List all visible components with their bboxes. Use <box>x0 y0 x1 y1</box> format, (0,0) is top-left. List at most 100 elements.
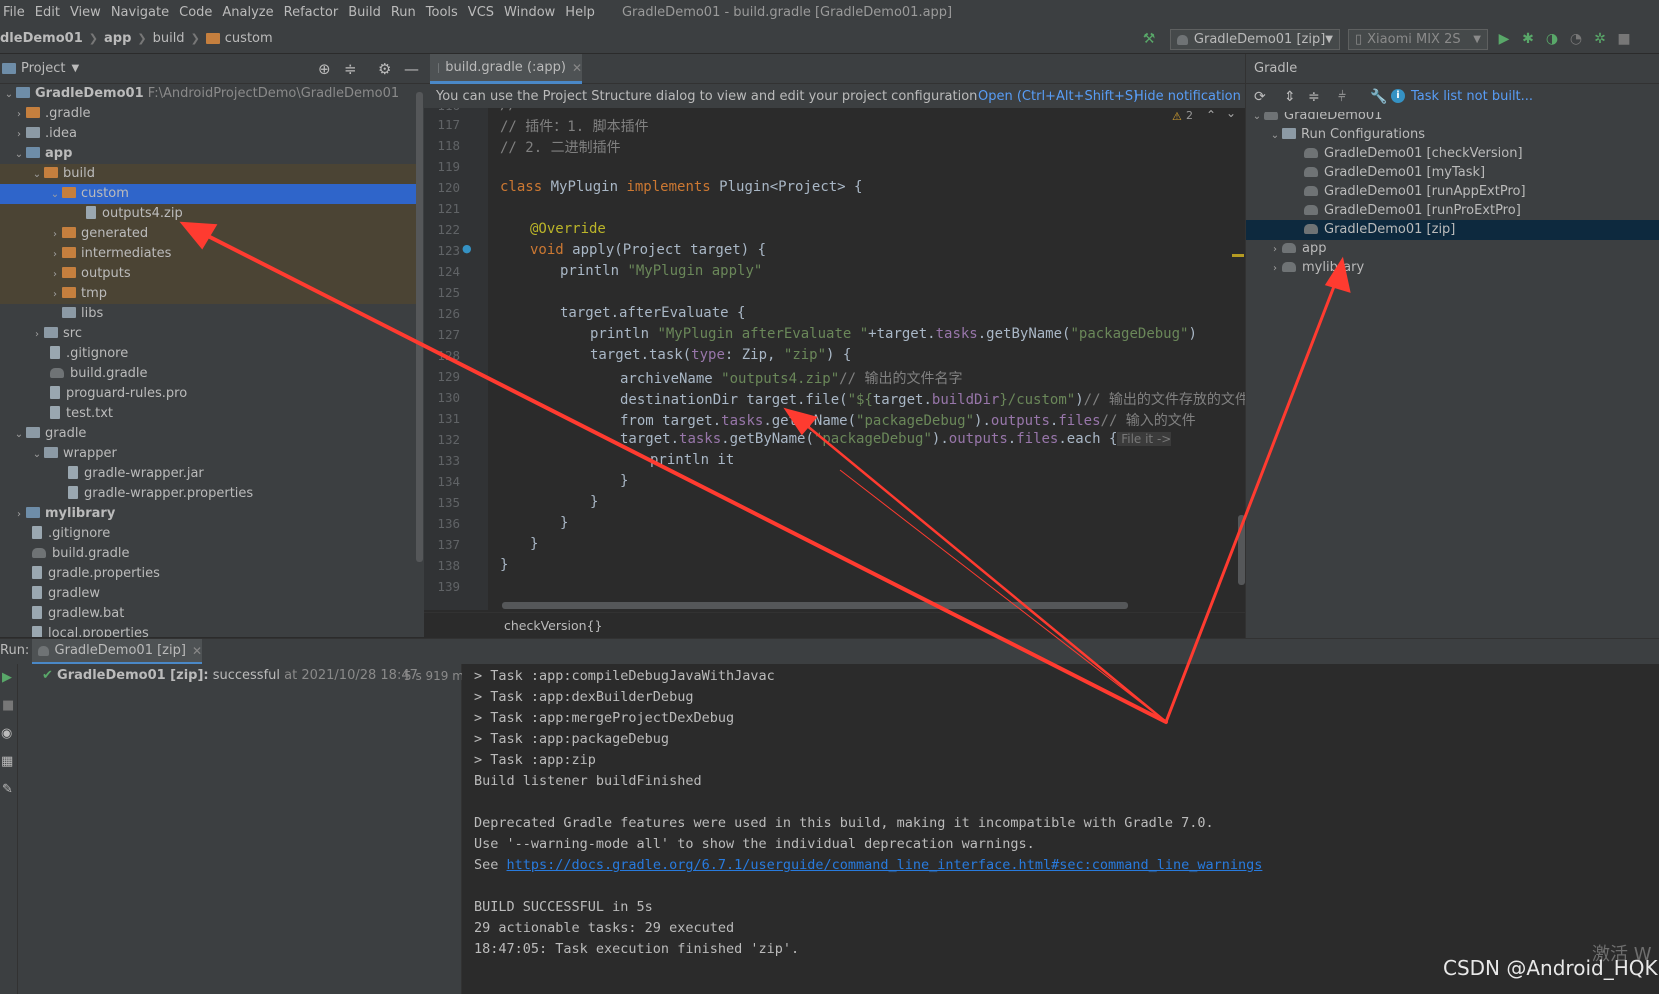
tree-item-custom[interactable]: ⌄ custom <box>0 184 416 204</box>
tree-item-build[interactable]: ⌄ build <box>0 164 416 184</box>
run-icon[interactable]: ▶ <box>1495 30 1513 48</box>
override-marker-icon[interactable]: ● <box>462 242 472 255</box>
tree-item-app-gitignore[interactable]: .gitignore <box>0 344 416 364</box>
warning-count[interactable]: 2 <box>1186 109 1193 122</box>
project-view-selector[interactable]: Project <box>21 61 65 76</box>
build-status-row[interactable]: ✔ GradleDemo01 [zip]: successful at 2021… <box>42 668 418 683</box>
tree-item-tmp[interactable]: › tmp <box>0 284 416 304</box>
profile-icon[interactable]: ◔ <box>1567 30 1585 48</box>
tree-item-root-gitignore[interactable]: .gitignore <box>0 524 416 544</box>
layout-icon[interactable]: ▦ <box>1 754 13 769</box>
tree-item-libs[interactable]: libs <box>0 304 416 324</box>
tab-build-gradle-app[interactable]: build.gradle (:app) ✕ <box>430 54 582 84</box>
stop-icon[interactable]: ■ <box>1615 30 1633 48</box>
tree-item-gradlew[interactable]: gradlew <box>0 584 416 604</box>
coverage-icon[interactable]: ◑ <box>1543 30 1561 48</box>
tree-item-wrapper[interactable]: ⌄ wrapper <box>0 444 416 464</box>
tree-item-proguard[interactable]: proguard-rules.pro <box>0 384 416 404</box>
gradle-run-config-item[interactable]: GradleDemo01 [myTask] <box>1246 163 1659 183</box>
breadcrumb-build[interactable]: build <box>153 31 185 46</box>
tree-item-generated[interactable]: › generated <box>0 224 416 244</box>
chevron-down-icon[interactable]: ▼ <box>71 63 79 74</box>
editor-scrollbar[interactable] <box>1238 515 1245 585</box>
gradle-item-project[interactable]: ⌄ GradleDemo01 <box>1246 112 1659 126</box>
task-list-link[interactable]: Task list not built... <box>1411 89 1533 104</box>
tree-item-intermediates[interactable]: › intermediates <box>0 244 416 264</box>
wrench-icon[interactable]: 🔧 <box>1370 89 1387 105</box>
hide-notification-link[interactable]: Hide notification <box>1134 89 1241 104</box>
breadcrumb-custom[interactable]: custom <box>225 31 273 46</box>
menu-vcs[interactable]: VCS <box>465 5 501 20</box>
menu-code[interactable]: Code <box>176 5 219 20</box>
menu-file[interactable]: File <box>0 5 32 20</box>
menu-help[interactable]: Help <box>562 5 602 20</box>
menu-window[interactable]: Window <box>501 5 562 20</box>
code-breadcrumb[interactable]: checkVersion{} <box>424 612 1245 638</box>
gear-icon[interactable]: ⚙ <box>378 60 391 78</box>
menu-build[interactable]: Build <box>345 5 388 20</box>
close-icon[interactable]: ✕ <box>572 61 582 75</box>
warning-icon[interactable]: ⚠ <box>1172 110 1182 123</box>
stop-icon[interactable]: ■ <box>2 698 14 713</box>
expand-all-icon[interactable]: ⇕ <box>1284 89 1296 105</box>
docs-link[interactable]: https://docs.gradle.org/6.7.1/userguide/… <box>507 857 1263 873</box>
menu-refactor[interactable]: Refactor <box>281 5 346 20</box>
rerun-icon[interactable]: ▶ <box>2 670 12 685</box>
tree-item-wrapper-jar[interactable]: gradle-wrapper.jar <box>0 464 416 484</box>
tree-item-gradle[interactable]: ⌄ gradle <box>0 424 416 444</box>
menu-analyze[interactable]: Analyze <box>219 5 280 20</box>
menu-tools[interactable]: Tools <box>423 5 465 20</box>
gradle-run-config-item[interactable]: GradleDemo01 [runAppExtPro] <box>1246 182 1659 202</box>
close-icon[interactable]: ✕ <box>192 644 202 658</box>
tree-item-wrapper-properties[interactable]: gradle-wrapper.properties <box>0 484 416 504</box>
tree-item-mylibrary[interactable]: › mylibrary <box>0 504 416 524</box>
hide-panel-icon[interactable]: — <box>404 60 419 78</box>
gradle-item-mylibrary[interactable]: › mylibrary <box>1246 258 1659 278</box>
tree-item-test-txt[interactable]: test.txt <box>0 404 416 424</box>
hammer-icon[interactable]: ⚒ <box>1140 30 1158 48</box>
run-console[interactable]: > Task :app:compileDebugJavaWithJavac > … <box>462 664 1659 994</box>
toggle-offline-icon[interactable]: ⫩ <box>1338 89 1346 105</box>
run-config-combo[interactable]: GradleDemo01 [zip] ▼ <box>1170 29 1340 50</box>
tree-item-local-properties[interactable]: local.properties <box>0 624 416 637</box>
tree-item-app-build-gradle[interactable]: build.gradle <box>0 364 416 384</box>
gradle-item-app[interactable]: › app <box>1246 239 1659 259</box>
tree-item-gradle-properties[interactable]: gradle.properties <box>0 564 416 584</box>
tree-item-dot-gradle[interactable]: › .gradle <box>0 104 416 124</box>
tree-item-gradlew-bat[interactable]: gradlew.bat <box>0 604 416 624</box>
open-project-structure-link[interactable]: Open (Ctrl+Alt+Shift+S) <box>978 89 1138 104</box>
tree-item-idea[interactable]: › .idea <box>0 124 416 144</box>
tree-item-src[interactable]: › src <box>0 324 416 344</box>
attach-debugger-icon[interactable]: ✲ <box>1591 30 1609 48</box>
menu-view[interactable]: View <box>67 5 108 20</box>
locate-icon[interactable]: ⊕ <box>318 60 331 78</box>
collapse-all-icon[interactable]: ≑ <box>1308 89 1320 105</box>
breadcrumb-app[interactable]: app <box>104 31 131 46</box>
breadcrumb-project[interactable]: dleDemo01 <box>0 31 83 46</box>
tree-item-root-build-gradle[interactable]: build.gradle <box>0 544 416 564</box>
editor-horizontal-scrollbar[interactable] <box>502 602 1128 609</box>
reload-gradle-icon[interactable]: ⟳ <box>1254 89 1266 105</box>
run-tab[interactable]: GradleDemo01 [zip] ✕ <box>32 639 202 665</box>
eye-icon[interactable]: ◉ <box>1 726 12 741</box>
gradle-run-config-item[interactable]: GradleDemo01 [runProExtPro] <box>1246 201 1659 221</box>
gradle-run-config-item[interactable]: GradleDemo01 [checkVersion] <box>1246 144 1659 164</box>
menu-run[interactable]: Run <box>388 5 423 20</box>
gradle-item-run-configurations[interactable]: ⌄ Run Configurations <box>1246 125 1659 145</box>
menu-navigate[interactable]: Navigate <box>108 5 176 20</box>
debug-icon[interactable]: ✱ <box>1519 30 1537 48</box>
chevron-up-icon[interactable]: ⌃ <box>1206 108 1216 122</box>
warning-stripe[interactable] <box>1232 254 1244 257</box>
tree-item-app[interactable]: ⌄ app <box>0 144 416 164</box>
gradle-run-config-item-selected[interactable]: GradleDemo01 [zip] <box>1246 220 1659 240</box>
tree-item-outputs[interactable]: › outputs <box>0 264 416 284</box>
tree-item-root[interactable]: ⌄ GradleDemo01 F:\AndroidProjectDemo\Grad… <box>0 84 416 104</box>
chevron-down-icon[interactable]: ⌄ <box>1226 108 1236 120</box>
pin-icon[interactable]: ✎ <box>2 782 13 797</box>
device-combo[interactable]: ▯ Xiaomi MIX 2S ▼ <box>1348 29 1488 50</box>
project-scrollbar[interactable] <box>416 92 423 562</box>
tree-item-outputs4-zip[interactable]: outputs4.zip <box>0 204 416 224</box>
collapse-all-icon[interactable]: ≑ <box>344 60 357 78</box>
menu-edit[interactable]: Edit <box>32 5 67 20</box>
code-editor[interactable]: 116 117 118 119 120 121 122 123 124 125 … <box>424 108 1245 610</box>
